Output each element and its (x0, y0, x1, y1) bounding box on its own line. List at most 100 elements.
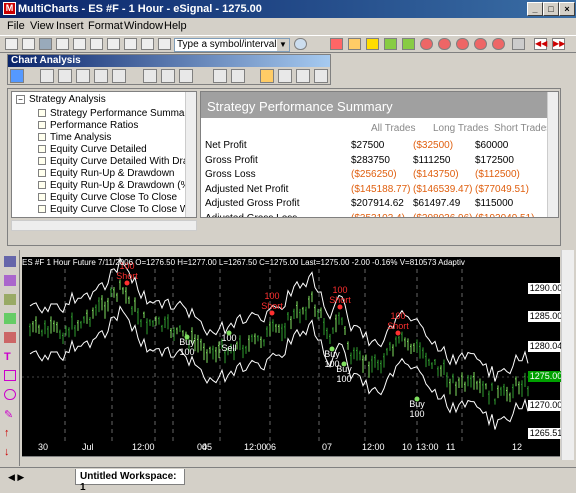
minimize-button[interactable]: _ (527, 2, 543, 16)
week-icon[interactable] (456, 38, 469, 50)
tree-horizontal-scrollbar[interactable] (11, 220, 197, 231)
sc-icon[interactable] (384, 38, 397, 50)
menu-insert[interactable]: Insert (56, 20, 84, 32)
dom-icon[interactable] (141, 38, 154, 50)
close-button[interactable]: × (559, 2, 575, 16)
fib-icon[interactable] (366, 38, 379, 50)
drawing-toolbar: T ✎ ↑ ↓ (0, 250, 20, 466)
symbol-placeholder: Type a symbol/interval (177, 39, 277, 50)
expand-icon[interactable] (296, 69, 310, 83)
arrow-cursor-icon[interactable] (213, 69, 227, 83)
menu-window[interactable]: Window (124, 20, 163, 32)
tree-item[interactable]: Equity Curve Detailed With Draw (38, 156, 196, 168)
save-icon[interactable] (39, 38, 52, 50)
pointer-icon[interactable] (278, 69, 292, 83)
grid-icon[interactable] (4, 313, 16, 324)
column-header: Short Trades (494, 123, 552, 134)
clock-icon[interactable] (294, 38, 307, 50)
signal-marker (124, 280, 130, 286)
open-icon[interactable] (22, 38, 35, 50)
chart-vertical-scrollbar[interactable] (561, 250, 574, 460)
menu-help[interactable]: Help (164, 20, 187, 32)
row-label: Adjusted Gross Profit (205, 198, 300, 209)
menu-format[interactable]: Format (88, 20, 123, 32)
chart-icon[interactable] (73, 38, 86, 50)
document-icon (38, 133, 46, 141)
day-icon[interactable] (438, 38, 451, 50)
x-tick-label: 06 (266, 442, 277, 452)
graph-icon (38, 205, 46, 213)
insert-study-icon[interactable] (58, 69, 72, 83)
hour-icon[interactable] (420, 38, 433, 50)
signal-marker (269, 310, 275, 316)
workspace-tab[interactable]: Untitled Workspace: 1 (75, 469, 185, 493)
crosshair-icon[interactable] (231, 69, 245, 83)
text-tool-icon[interactable]: T (4, 351, 16, 363)
chart-analysis-title: Chart Analysis (8, 55, 330, 67)
tree-item[interactable]: Equity Run-Up & Drawdown (38, 168, 175, 180)
symbol-input[interactable]: Type a symbol/interval ▼ (174, 38, 290, 52)
tree-item[interactable]: Strategy Performance Summary (38, 108, 193, 120)
scanner-icon[interactable] (107, 38, 120, 50)
account-icon[interactable] (158, 38, 171, 50)
maximize-button[interactable]: □ (543, 2, 559, 16)
arrow-up-icon[interactable]: ↑ (4, 427, 16, 439)
quote-icon[interactable] (90, 38, 103, 50)
title-bar: M MultiCharts - ES #F - 1 Hour - eSignal… (0, 0, 576, 18)
row-value-short: ($192049.51) (475, 212, 535, 218)
order-icon[interactable] (124, 38, 137, 50)
tree-item[interactable]: Performance Ratios (38, 120, 138, 132)
trendline-icon[interactable] (143, 69, 157, 83)
brush-icon[interactable] (179, 69, 193, 83)
tab-nav-icon[interactable]: ◀ ▶ (8, 472, 24, 483)
comment-icon[interactable] (260, 69, 274, 83)
marker-icon[interactable] (330, 38, 343, 50)
zoom-icon[interactable] (512, 38, 525, 50)
line-tool-icon[interactable] (4, 294, 16, 305)
arrow-down-icon[interactable]: ↓ (4, 446, 16, 458)
tree-item[interactable]: Equity Curve Close To Close (38, 192, 177, 204)
ellipse-icon[interactable] (4, 389, 16, 400)
tree-item[interactable]: Equity Curve Detailed (38, 144, 147, 156)
tree-item-label: Equity Curve Detailed (50, 144, 147, 155)
tree-item[interactable]: Equity Curve Close To Close Witl (38, 204, 196, 216)
bar-chart-icon[interactable] (94, 69, 108, 83)
min-icon[interactable] (402, 38, 415, 50)
channel-icon[interactable] (4, 332, 16, 343)
pencil-icon[interactable] (348, 38, 361, 50)
month-icon[interactable] (474, 38, 487, 50)
signal-label: 100 (390, 311, 405, 321)
tree-scrollbar[interactable] (185, 92, 196, 217)
year-icon[interactable] (492, 38, 505, 50)
row-value-long: ($32500) (413, 140, 454, 151)
menu-file[interactable]: File (7, 20, 25, 32)
tree-item[interactable]: Equity Run-Up & Drawdown (%) (38, 180, 193, 192)
status-line-icon[interactable] (4, 256, 16, 267)
row-label: Gross Profit (205, 154, 258, 166)
candle-icon[interactable] (112, 69, 126, 83)
signal-label: Short (116, 271, 138, 281)
scroll-right-icon[interactable]: ▶▶ (552, 38, 565, 50)
nav-icon[interactable] (10, 69, 24, 83)
x-tick-label: 12:00 (132, 442, 155, 452)
report-scrollbar[interactable] (547, 92, 558, 217)
x-tick-label: 12:00 (362, 442, 385, 452)
tree-root[interactable]: − Strategy Analysis (16, 94, 106, 106)
insert-strategy-icon[interactable] (76, 69, 90, 83)
signal-marker (414, 396, 420, 402)
chevron-down-icon[interactable]: ▼ (277, 39, 289, 51)
cursor-icon[interactable] (40, 69, 54, 83)
scroll-left-icon[interactable]: ◀◀ (534, 38, 547, 50)
menu-view[interactable]: View (30, 20, 54, 32)
collapse-icon[interactable] (314, 69, 328, 83)
brush-tool-icon[interactable]: ✎ (4, 408, 16, 421)
new-icon[interactable] (5, 38, 18, 50)
line-icon[interactable] (161, 69, 175, 83)
tree-item[interactable]: Time Analysis (38, 132, 111, 144)
row-value-long: $61497.49 (413, 198, 461, 209)
chart-horizontal-scrollbar[interactable] (22, 456, 560, 466)
price-chart[interactable]: 100ShortBuy100100Sell100Short100ShortBuy… (22, 257, 560, 456)
print-icon[interactable] (56, 38, 69, 50)
rectangle-icon[interactable] (4, 370, 16, 381)
pen-icon[interactable] (4, 275, 16, 286)
